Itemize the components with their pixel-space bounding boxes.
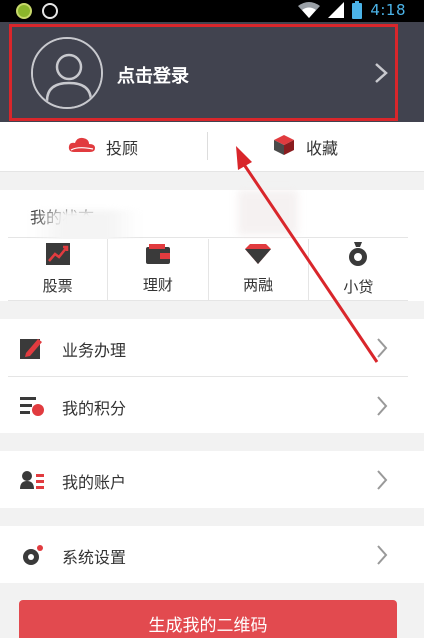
grid-item-loan[interactable]: 小贷 [309,239,408,300]
section-gap [0,301,424,319]
menu-item-business[interactable]: 业务办理 [8,319,408,376]
wifi-icon [298,2,321,18]
menu-item-label: 业务办理 [62,341,127,360]
menu-item-label: 系统设置 [62,548,127,567]
grid-item-stock[interactable]: 股票 [8,239,109,300]
menu-item-account[interactable]: 我的账户 [8,451,408,508]
grid-item-label: 小贷 [343,278,374,296]
quick-action-favorites[interactable]: 收藏 [272,122,338,172]
chevron-right-icon [376,544,388,566]
menu-item-label: 我的积分 [62,399,127,418]
quick-action-advisor[interactable]: 投顾 [68,122,138,172]
grid-item-label: 理财 [142,276,173,294]
menu-item-points[interactable]: 我的积分 [8,377,408,434]
stock-chart-icon [45,243,70,269]
quick-action-label: 投顾 [106,139,139,158]
money-bag-icon [347,242,369,270]
cube-icon [272,133,296,161]
battery-icon [352,1,363,19]
service-grid: 股票 理财 两融 小贷 [8,239,408,301]
signal-icon [328,2,345,18]
status-bar: 4:18 [0,0,424,22]
edit-icon [20,337,44,359]
grid-item-label: 两融 [243,276,274,294]
grid-item-margin[interactable]: 两融 [209,239,309,300]
section-gap [0,172,424,190]
cat-icon [42,3,58,19]
settings-gear-icon [20,544,44,566]
section-gap [0,508,424,526]
chevron-right-icon [376,469,388,491]
divider [207,132,208,160]
generate-qr-button[interactable]: 生成我的二维码 [19,600,397,638]
account-icon [20,469,44,491]
login-label[interactable]: 点击登录 [117,62,189,88]
points-icon [20,395,44,417]
cloud-icon [68,136,96,158]
menu-item-label: 我的账户 [62,473,127,492]
diamond-icon [245,244,272,268]
grid-item-label: 股票 [42,277,73,295]
chevron-right-icon [376,337,388,359]
blur-overlay [238,190,298,235]
menu-item-settings[interactable]: 系统设置 [8,526,408,583]
quick-actions: 投顾 收藏 [0,122,424,172]
user-avatar-icon[interactable] [31,37,103,109]
quick-action-label: 收藏 [306,139,339,158]
section-gap [0,433,424,451]
wallet-icon [145,244,170,268]
chevron-right-icon [376,395,388,417]
chevron-right-icon [374,62,388,84]
app-icon [16,3,32,19]
grid-item-wealth[interactable]: 理财 [108,239,209,300]
status-time: 4:18 [370,1,406,19]
